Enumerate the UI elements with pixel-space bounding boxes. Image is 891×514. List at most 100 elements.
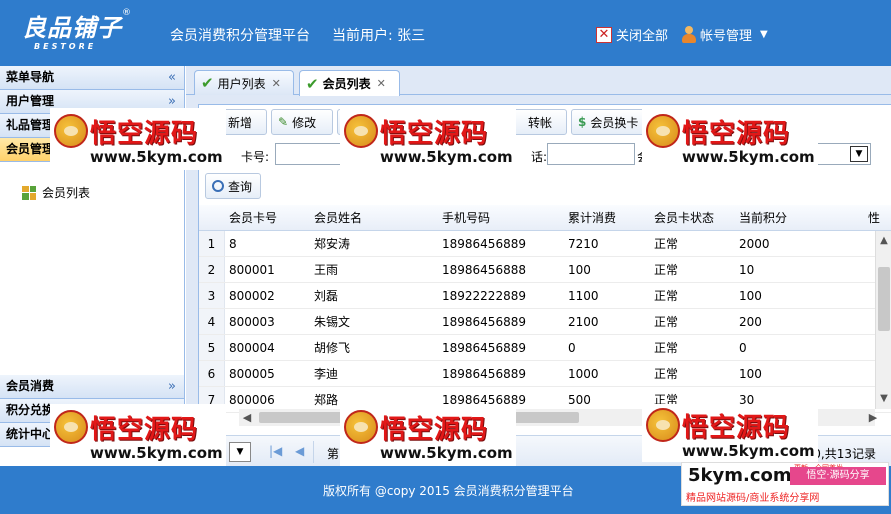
table-cell: 2000 [739,237,770,251]
table-cell: 18986456889 [442,341,526,355]
table-cell: 正常 [654,237,679,251]
close-icon[interactable]: ✕ [272,77,281,90]
table-cell: 刘磊 [314,289,339,303]
table-cell: 李迪 [314,367,339,381]
brand-tag: 悟空·源码分享 [790,467,886,485]
phone-label: 话: [531,150,548,164]
status-select[interactable]: ▼ [815,143,871,165]
tab-member-list[interactable]: ✔ 会员列表 ✕ [299,70,400,96]
row-number: 2 [199,257,225,282]
check-icon: ✔ [306,74,319,93]
table-cell: 正常 [654,263,679,277]
column-header[interactable]: 会员卡号 [225,205,310,230]
sidebar-item-label: 礼品管理 [6,118,55,132]
sidebar-header[interactable]: 菜单导航 « [0,66,184,90]
vertical-scrollbar[interactable]: ▲ ▼ [875,231,891,409]
current-user: 当前用户: 张三 [332,28,426,44]
account-menu-button[interactable]: 帐号管理 ▼ [682,25,768,44]
column-header[interactable]: 性 [864,205,891,230]
phone-input[interactable] [547,143,635,165]
table-row[interactable]: 3 800002 刘磊 18922222889 1100 正常 100 [199,283,891,309]
table-cell: 正常 [654,341,679,355]
money-icon: $ [578,115,587,129]
account-label: 帐号管理 [700,29,753,44]
table-cell: 18922222889 [442,289,526,303]
table-cell: 0 [739,341,747,355]
table-row[interactable]: 4 800003 朱锡文 18986456889 2100 正常 200 [199,309,891,335]
scroll-thumb[interactable] [878,267,890,331]
watermark-title: 悟空源码 [380,414,489,445]
table-cell: 800005 [229,367,275,381]
sidebar-title: 菜单导航 [6,70,55,84]
sidebar-item-member-consumption[interactable]: 会员消费 » [0,375,184,399]
first-page-icon[interactable]: |◀ [269,444,282,458]
sidebar-item-label: 统计中心 [6,427,55,441]
table-row[interactable]: 2 800001 王雨 18986456888 100 正常 10 [199,257,891,283]
tab-bar: ✔ 用户列表 ✕ ✔ 会员列表 ✕ [186,66,891,96]
divider [313,441,314,463]
row-number: 6 [199,361,225,386]
edit-button[interactable]: ✎ 修改 [271,109,333,135]
table-cell: 1000 [568,367,599,381]
card-number-label: 卡号: [241,150,270,164]
table-cell: 800004 [229,341,275,355]
scroll-down-icon[interactable]: ▼ [876,391,891,407]
table-cell: 200 [739,315,762,329]
logo-text: 良品铺子 [22,13,122,42]
row-number: 3 [199,283,225,308]
sidebar-section-body: 会员列表 [0,162,184,375]
change-card-label: 会员换卡 [590,115,639,130]
change-card-button[interactable]: $ 会员换卡 [571,109,653,135]
table-cell: 18986456889 [442,367,526,381]
table-cell: 2100 [568,315,599,329]
watermark-url: www.5kym.com [380,443,513,462]
chevron-down-icon: ▼ [850,146,868,162]
sidebar-item-label: 用户管理 [6,94,55,108]
table-row[interactable]: 5 800004 胡修飞 18986456889 0 正常 0 [199,335,891,361]
table-row[interactable]: 1 8 郑安涛 18986456889 7210 正常 2000 [199,231,891,257]
column-header[interactable]: 手机号码 [438,205,564,230]
column-header[interactable]: 累计消费 [564,205,650,230]
watermark-url: www.5kym.com [682,147,815,166]
brand-subtext: 精品网站源码/商业系统分享网 [686,493,820,504]
sidebar-item-label: 会员消费 [6,379,55,393]
page-size-select[interactable]: ▼ [229,442,251,462]
scroll-up-icon[interactable]: ▲ [876,233,891,249]
transfer-label: 转帐 [528,115,553,130]
search-icon [212,180,224,192]
table-cell: 800003 [229,315,275,329]
scroll-right-icon[interactable]: ▶ [865,409,881,426]
table-cell: 0 [568,341,576,355]
total-records: 0,共13记录 [813,447,876,461]
tab-user-list[interactable]: ✔ 用户列表 ✕ [194,70,294,95]
member-table: 会员卡号 会员姓名 手机号码 累计消费 会员卡状态 当前积分 性 1 8 郑安涛 18… [199,205,891,435]
query-button[interactable]: 查询 [205,173,261,199]
table-header: 会员卡号 会员姓名 手机号码 累计消费 会员卡状态 当前积分 性 [199,205,891,231]
grid-icon [22,185,36,200]
edit-label: 修改 [292,115,317,130]
column-header[interactable]: 会员姓名 [310,205,438,230]
close-all-icon: ✕ [596,26,612,43]
column-header[interactable]: 会员卡状态 [650,205,735,230]
close-all-button[interactable]: ✕ 关闭全部 [596,25,668,44]
table-cell: 朱锡文 [314,315,351,329]
query-label: 查询 [228,179,253,194]
table-cell: 18986456889 [442,315,526,329]
check-icon: ✔ [201,74,214,92]
table-row[interactable]: 6 800005 李迪 18986456889 1000 正常 100 [199,361,891,387]
table-cell: 18986456889 [442,237,526,251]
row-number: 5 [199,335,225,360]
table-cell: 8 [229,237,237,251]
scroll-left-icon[interactable]: ◀ [239,409,255,426]
watermark-title: 悟空源码 [682,118,791,149]
sidebar-leaf-member-list[interactable]: 会员列表 [0,184,184,201]
header-bar: 良品铺子® BESTORE 会员消费积分管理平台 当前用户: 张三 ✕ 关闭全部… [0,0,891,66]
collapse-icon[interactable]: « [168,66,176,89]
watermark-title: 悟空源码 [90,414,199,445]
user-icon [682,26,696,43]
table-cell: 正常 [654,367,679,381]
prev-page-icon[interactable]: ◀ [295,444,304,458]
column-header[interactable]: 当前积分 [735,205,864,230]
table-cell: 10 [739,263,755,277]
close-icon[interactable]: ✕ [377,77,386,90]
